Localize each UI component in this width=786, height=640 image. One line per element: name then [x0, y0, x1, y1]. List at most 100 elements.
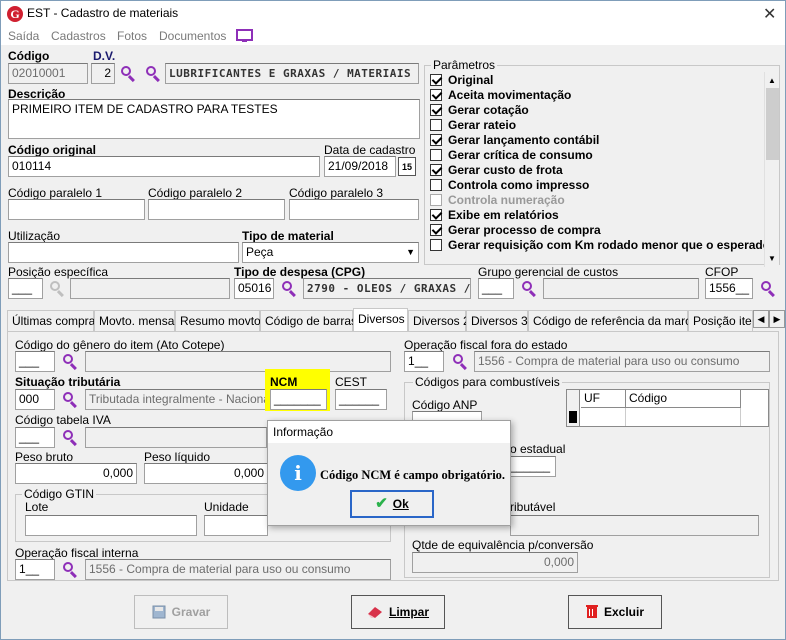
search-group-icon[interactable] [145, 65, 161, 83]
tab-posicao-item[interactable]: Posição item [688, 310, 753, 332]
qtde-label: Qtde de equivalência p/conversão [412, 538, 594, 552]
scroll-down-icon[interactable]: ▼ [768, 254, 776, 263]
grid-cell-codigo[interactable] [626, 408, 741, 426]
op-fora-display: 1556 - Compra de material para uso ou co… [474, 351, 770, 372]
grid-cell-uf[interactable] [581, 408, 626, 426]
menu-cadastros[interactable]: Cadastros [51, 29, 106, 43]
menu-saida[interactable]: Saída [8, 29, 39, 43]
checkbox-unchecked[interactable] [430, 149, 442, 161]
genero-input[interactable]: ___ [15, 351, 55, 372]
checkbox-checked[interactable] [430, 134, 442, 146]
tab-resumo-movto[interactable]: Resumo movto. [175, 310, 264, 332]
tab-scroll-left-icon[interactable]: ◀ [753, 310, 769, 328]
lote-input[interactable] [25, 515, 197, 536]
search-cfop-icon[interactable] [760, 280, 776, 298]
param-aceita-movimentacao[interactable]: Aceita movimentação [430, 88, 571, 103]
op-fora-input[interactable]: 1__ [404, 351, 444, 372]
ncm-input[interactable]: _______ [270, 389, 327, 410]
unidade-input[interactable] [204, 515, 268, 536]
codigo-original-input[interactable]: 010114 [8, 156, 320, 177]
tab-codigo-barras[interactable]: Código de barras [260, 310, 357, 332]
param-gerar-cotacao[interactable]: Gerar cotação [430, 103, 529, 118]
cfop-input[interactable]: 1556__ [705, 278, 753, 299]
param-controla-impresso[interactable]: Controla como impresso [430, 178, 589, 193]
search-grupo-gerencial-icon[interactable] [521, 280, 537, 298]
search-icon[interactable] [120, 65, 136, 83]
cest-input[interactable]: ______ [335, 389, 387, 410]
descricao-input[interactable]: PRIMEIRO ITEM DE CADASTRO PARA TESTES [8, 99, 420, 139]
qtde-input: 0,000 [412, 552, 578, 573]
param-gerar-requisicao-km[interactable]: Gerar requisição com Km rodado menor que… [430, 238, 765, 253]
search-despesa-icon[interactable] [281, 280, 297, 298]
dv-input[interactable]: 2 [91, 63, 115, 84]
tab-ultimas-compras[interactable]: Últimas compras [7, 310, 101, 332]
close-icon[interactable]: ✕ [763, 4, 776, 24]
codigo-input[interactable]: 02010001 [8, 63, 88, 84]
checkbox-unchecked[interactable] [430, 239, 442, 251]
tributavel-input [510, 515, 759, 536]
menu-fotos[interactable]: Fotos [117, 29, 147, 43]
tab-diversos[interactable]: Diversos [353, 308, 408, 332]
param-exibe-relatorios[interactable]: Exibe em relatórios [430, 208, 559, 223]
search-iva-icon[interactable] [62, 429, 78, 447]
param-gerar-rateio[interactable]: Gerar rateio [430, 118, 516, 133]
tab-codigo-referencia-marca[interactable]: Código de referência da marca [528, 310, 698, 332]
tab-movto-mensal[interactable]: Movto. mensal [94, 310, 177, 332]
checkbox-checked[interactable] [430, 164, 442, 176]
param-original[interactable]: Original [430, 73, 493, 88]
calendar-icon[interactable]: 15 [398, 157, 416, 176]
unidade-label: Unidade [204, 500, 249, 514]
tabela-iva-input[interactable]: ___ [15, 427, 55, 448]
utilizacao-input[interactable] [8, 242, 239, 263]
tipo-despesa-code[interactable]: 05016 [234, 278, 274, 299]
grupo-gerencial-display [543, 278, 699, 299]
param-gerar-processo-compra[interactable]: Gerar processo de compra [430, 223, 601, 238]
utilizacao-label: Utilização [8, 229, 61, 243]
codigo-original-label: Código original [8, 143, 96, 157]
search-genero-icon[interactable] [62, 353, 78, 371]
scroll-up-icon[interactable]: ▲ [768, 76, 776, 85]
param-gerar-custo-frota[interactable]: Gerar custo de frota [430, 163, 563, 178]
op-interna-input[interactable]: 1__ [15, 559, 55, 580]
estadual-input[interactable]: ______ [506, 456, 556, 477]
param-gerar-lancamento-contabil[interactable]: Gerar lançamento contábil [430, 133, 599, 148]
peso-bruto-input[interactable]: 0,000 [15, 463, 137, 484]
tab-diversos-3[interactable]: Diversos 3 [466, 310, 528, 332]
ok-button[interactable]: ✔ Ok [350, 490, 434, 518]
search-posicao-icon[interactable] [49, 280, 65, 298]
chevron-down-icon[interactable]: ▼ [406, 243, 415, 262]
codigo-label: Código [8, 49, 50, 63]
grupo-gerencial-input[interactable]: ___ [478, 278, 514, 299]
codigo-paralelo-2-input[interactable] [148, 199, 285, 220]
search-situacao-icon[interactable] [62, 391, 78, 409]
codigo-paralelo-1-input[interactable] [8, 199, 145, 220]
checkbox-checked[interactable] [430, 89, 442, 101]
checkbox-checked[interactable] [430, 224, 442, 236]
menu-documentos[interactable]: Documentos [159, 29, 226, 43]
search-op-interna-icon[interactable] [62, 561, 78, 579]
tab-diversos-2[interactable]: Diversos 2 [408, 310, 470, 332]
parametros-scrollbar[interactable]: ▲ ▼ [764, 72, 779, 267]
posicao-especifica-input[interactable]: ___ [8, 278, 43, 299]
monitor-icon[interactable] [236, 29, 253, 43]
excluir-button[interactable]: Excluir [568, 595, 662, 629]
checkbox-checked[interactable] [430, 104, 442, 116]
scroll-thumb[interactable] [766, 88, 779, 160]
param-gerar-critica-consumo[interactable]: Gerar crítica de consumo [430, 148, 593, 163]
codigo-paralelo-3-input[interactable] [289, 199, 419, 220]
data-cadastro-input[interactable]: 21/09/2018 [324, 156, 396, 177]
checkbox-checked[interactable] [430, 74, 442, 86]
grid-header-codigo[interactable]: Código [626, 390, 741, 408]
situacao-code-input[interactable]: 000 [15, 389, 55, 410]
checkbox-checked[interactable] [430, 209, 442, 221]
checkbox-unchecked[interactable] [430, 179, 442, 191]
gravar-button[interactable]: Gravar [134, 595, 228, 629]
peso-liquido-input[interactable]: 0,000 [144, 463, 268, 484]
checkbox-unchecked[interactable] [430, 119, 442, 131]
grid-header-uf[interactable]: UF [581, 390, 626, 408]
search-op-fora-icon[interactable] [452, 353, 468, 371]
uf-codigo-grid[interactable]: UF Código [566, 389, 769, 427]
tipo-material-select[interactable]: Peça ▼ [242, 242, 419, 263]
tab-scroll-right-icon[interactable]: ▶ [769, 310, 785, 328]
limpar-button[interactable]: Limpar [351, 595, 445, 629]
